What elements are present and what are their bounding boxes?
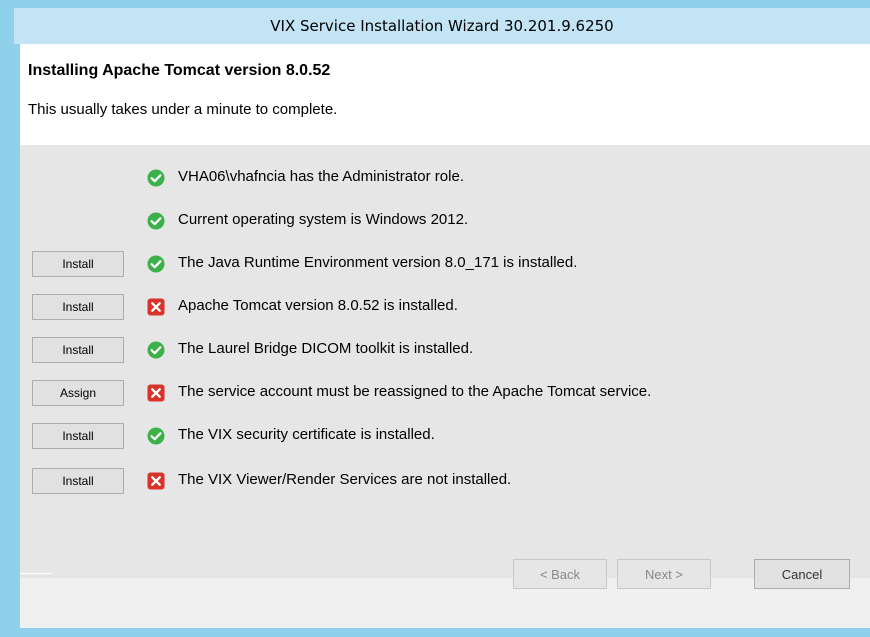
install-dicom-button[interactable]: Install xyxy=(32,337,124,363)
page-title: Installing Apache Tomcat version 8.0.52 xyxy=(28,62,331,79)
check-row-admin-role: VHA06\vhafncia has the Administrator rol… xyxy=(20,164,870,192)
install-java-button[interactable]: Install xyxy=(32,251,124,277)
wizard-window: VIX Service Installation Wizard 30.201.9… xyxy=(0,0,870,637)
install-tomcat-button[interactable]: Install xyxy=(32,294,124,320)
back-button[interactable]: < Back xyxy=(513,559,607,589)
check-row-apache-tomcat: Install Apache Tomcat version 8.0.52 is … xyxy=(20,293,870,321)
install-viewer-render-button[interactable]: Install xyxy=(32,468,124,494)
checks-panel: VHA06\vhafncia has the Administrator rol… xyxy=(20,145,870,578)
check-circle-icon xyxy=(147,427,165,445)
check-text: The VIX security certificate is installe… xyxy=(178,426,435,443)
check-row-service-account: Assign The service account must be reass… xyxy=(20,379,870,407)
next-button[interactable]: Next > xyxy=(617,559,711,589)
error-x-icon xyxy=(147,472,165,490)
window-titlebar[interactable]: VIX Service Installation Wizard 30.201.9… xyxy=(14,8,870,44)
check-circle-icon xyxy=(147,212,165,230)
assign-service-account-button[interactable]: Assign xyxy=(32,380,124,406)
error-x-icon xyxy=(147,384,165,402)
check-text: The Java Runtime Environment version 8.0… xyxy=(178,254,578,271)
check-text: VHA06\vhafncia has the Administrator rol… xyxy=(178,168,464,185)
wizard-footer xyxy=(20,578,870,628)
check-circle-icon xyxy=(147,169,165,187)
check-text: Apache Tomcat version 8.0.52 is installe… xyxy=(178,297,458,314)
check-row-viewer-render: Install The VIX Viewer/Render Services a… xyxy=(20,467,870,495)
check-row-operating-system: Current operating system is Windows 2012… xyxy=(20,207,870,235)
check-text: Current operating system is Windows 2012… xyxy=(178,211,469,228)
window-title: VIX Service Installation Wizard 30.201.9… xyxy=(270,17,614,35)
wizard-header: Installing Apache Tomcat version 8.0.52 … xyxy=(20,44,870,145)
divider xyxy=(20,573,52,574)
check-row-java-runtime: Install The Java Runtime Environment ver… xyxy=(20,250,870,278)
check-circle-icon xyxy=(147,255,165,273)
install-certificate-button[interactable]: Install xyxy=(32,423,124,449)
page-subtitle: This usually takes under a minute to com… xyxy=(28,101,338,118)
wizard-client-area: Installing Apache Tomcat version 8.0.52 … xyxy=(20,44,870,628)
check-circle-icon xyxy=(147,341,165,359)
check-text: The VIX Viewer/Render Services are not i… xyxy=(178,471,512,488)
check-text: The service account must be reassigned t… xyxy=(178,383,652,400)
check-row-dicom-toolkit: Install The Laurel Bridge DICOM toolkit … xyxy=(20,336,870,364)
error-x-icon xyxy=(147,298,165,316)
check-row-security-certificate: Install The VIX security certificate is … xyxy=(20,422,870,450)
check-text: The Laurel Bridge DICOM toolkit is insta… xyxy=(178,340,474,357)
cancel-button[interactable]: Cancel xyxy=(754,559,850,589)
